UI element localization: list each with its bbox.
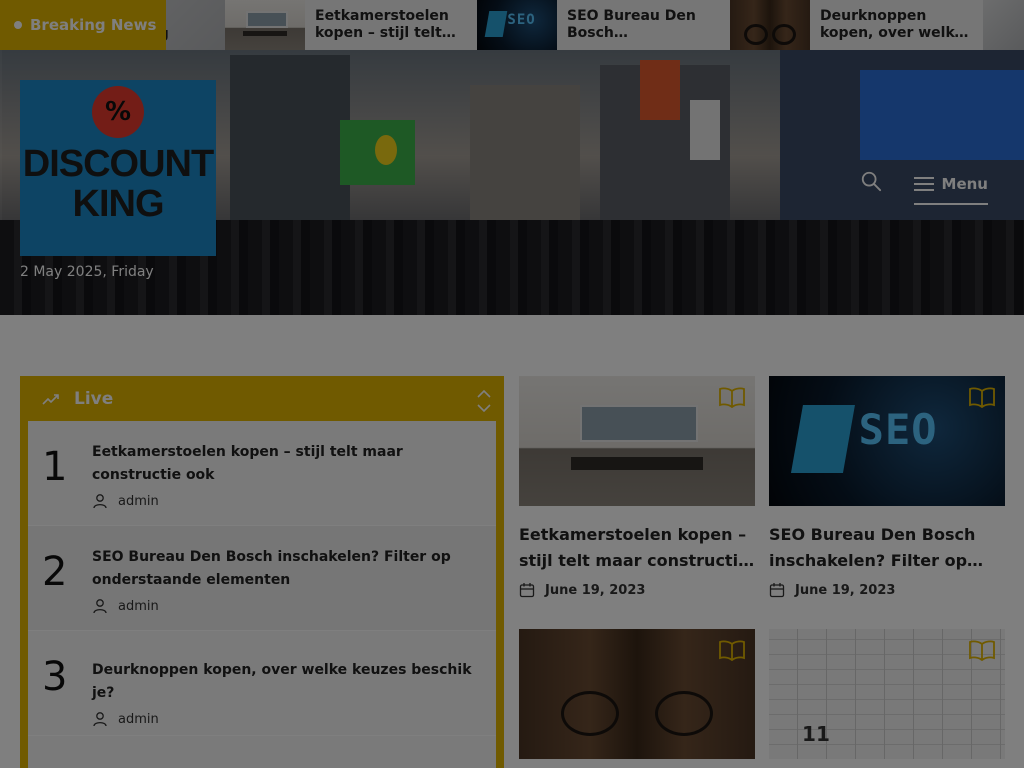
ticker-thumb-door [730, 0, 810, 50]
list-item[interactable]: 1 Eetkamerstoelen kopen – stijl telt maa… [28, 421, 496, 526]
live-widget-title: Live [74, 388, 114, 409]
post-thumbnail[interactable]: 11 [769, 629, 1005, 759]
ticker-item-1[interactable]: Eetkamerstoelen kopen – stijl telt maar … [225, 0, 475, 50]
list-item[interactable]: 2 SEO Bureau Den Bosch inschakelen? Filt… [28, 526, 496, 631]
ticker-item-title: Eetkamerstoelen kopen – stijl telt maar … [315, 8, 449, 41]
live-widget: Live 1 Eetkamerstoelen kopen – stijl tel… [20, 376, 504, 768]
hamburger-icon [914, 173, 934, 195]
post-title[interactable]: Eetkamerstoelen kopen – stijl telt maar … [519, 522, 755, 574]
post-date: June 19, 2023 [519, 582, 755, 598]
ticker-item-title: Deurknoppen kopen, over welke keuzes bes… [820, 8, 964, 41]
chevron-up-down-icon[interactable] [476, 388, 492, 414]
calendar-icon [519, 583, 535, 598]
post-card[interactable]: Eetkamerstoelen kopen – stijl telt maar … [519, 376, 755, 598]
breaking-news-ticker: Breaking News …ding Eetkamerstoelen kope… [0, 0, 1024, 50]
live-widget-header: Live [28, 376, 496, 421]
post-title[interactable]: SEO Bureau Den Bosch inschakelen? Filter… [769, 522, 1005, 574]
search-icon[interactable] [860, 170, 882, 192]
ticker-item-4[interactable] [983, 0, 1024, 50]
live-item-title[interactable]: SEO Bureau Den Bosch inschakelen? Filter… [92, 546, 486, 592]
rank-number: 2 [42, 549, 68, 595]
post-card[interactable]: SEO SEO Bureau Den Bosch inschakelen? Fi… [769, 376, 1005, 598]
live-item-title[interactable]: Deurknoppen kopen, over welke keuzes bes… [92, 659, 486, 705]
live-item-title[interactable]: Eetkamerstoelen kopen – stijl telt maar … [92, 441, 486, 487]
user-icon [93, 494, 107, 509]
ticker-thumb-seo: SEO [477, 0, 557, 50]
ticker-item-title: SEO Bureau Den Bosch inschakelen? Filter… [567, 8, 696, 41]
post-thumbnail[interactable] [519, 376, 755, 506]
live-list: 1 Eetkamerstoelen kopen – stijl telt maa… [28, 421, 496, 768]
calendar-icon [769, 583, 785, 598]
author-name: admin [118, 711, 159, 727]
rank-number: 3 [42, 654, 68, 700]
post-thumbnail[interactable]: SEO [769, 376, 1005, 506]
breaking-news-label: Breaking News [30, 16, 157, 34]
site-header: % DISCOUNT KING 2 May 2025, Friday Menu [0, 50, 1024, 315]
ticker-thumb [983, 0, 1024, 50]
post-card[interactable] [519, 629, 755, 759]
post-thumbnail[interactable] [519, 629, 755, 759]
user-icon [93, 599, 107, 614]
rank-number: 1 [42, 444, 68, 490]
list-item[interactable]: 3 Deurknoppen kopen, over welke keuzes b… [28, 631, 496, 736]
post-date-text: June 19, 2023 [545, 582, 646, 598]
post-date: June 19, 2023 [769, 582, 1005, 598]
user-icon [93, 712, 107, 727]
author-link[interactable]: admin [92, 493, 486, 509]
discount-percent-icon: % [92, 86, 144, 138]
ticker-item-2[interactable]: SEO SEO Bureau Den Bosch inschakelen? Fi… [477, 0, 727, 50]
post-date-text: June 19, 2023 [795, 582, 896, 598]
breaking-news-badge: Breaking News [0, 0, 166, 50]
live-dot-icon [14, 21, 22, 29]
post-card[interactable]: 11 [769, 629, 1005, 759]
ticker-thumb-room [225, 0, 305, 50]
book-open-icon [969, 640, 995, 661]
book-open-icon [719, 387, 745, 408]
author-link[interactable]: admin [92, 598, 486, 614]
logo-name-line2: KING [72, 183, 165, 225]
author-name: admin [118, 598, 159, 614]
trending-icon [42, 393, 59, 405]
header-date: 2 May 2025, Friday [20, 264, 154, 280]
book-open-icon [969, 387, 995, 408]
menu-button[interactable]: Menu [914, 173, 988, 205]
author-link[interactable]: admin [92, 711, 486, 727]
ticker-item-3[interactable]: Deurknoppen kopen, over welke keuzes bes… [730, 0, 980, 50]
book-open-icon [719, 640, 745, 661]
menu-label: Menu [941, 175, 988, 193]
site-logo[interactable]: % DISCOUNT KING [20, 80, 216, 256]
logo-name-line1: DISCOUNT [22, 143, 214, 185]
author-name: admin [118, 493, 159, 509]
